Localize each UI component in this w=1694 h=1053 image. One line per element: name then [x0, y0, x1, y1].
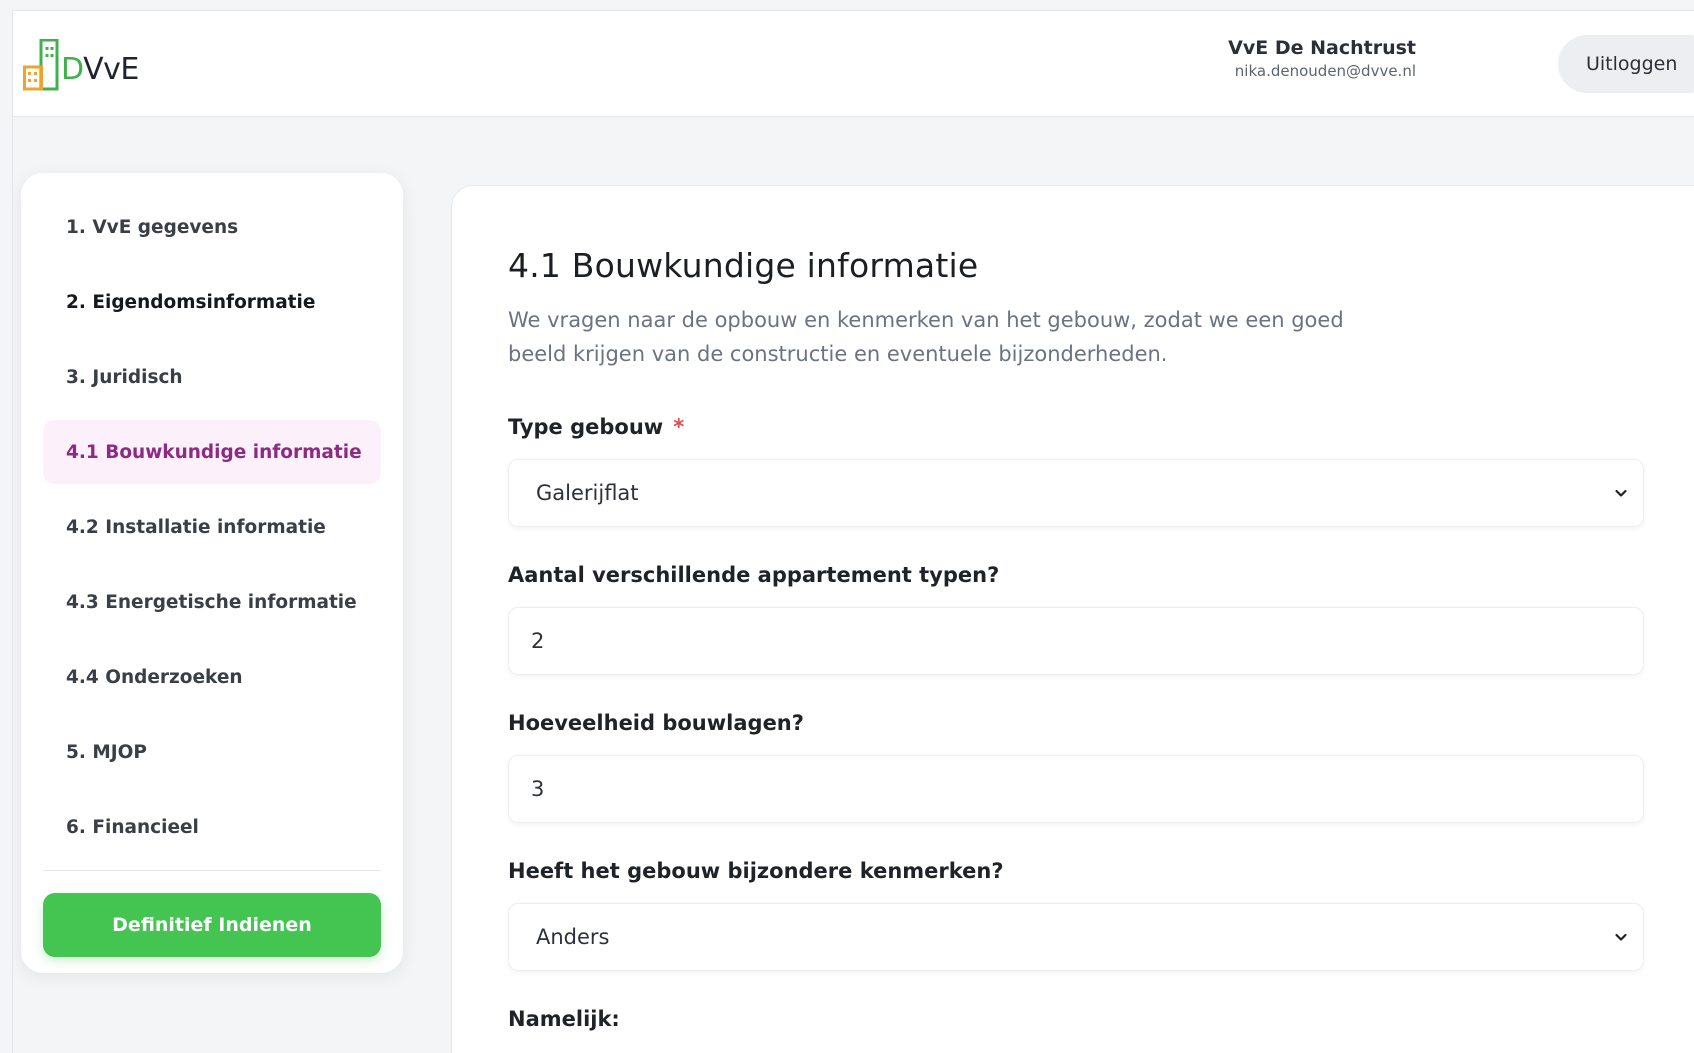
type-gebouw-select[interactable]: Galerijflat	[508, 459, 1644, 527]
app-window: DVvE VvE De Nachtrust nika.denouden@dvve…	[12, 10, 1694, 1053]
building-logo-icon	[23, 39, 59, 91]
nav-item-eigendomsinformatie[interactable]: 2. Eigendomsinformatie	[43, 270, 381, 334]
sidebar-divider	[43, 870, 381, 871]
field-label: Aantal verschillende appartement typen?	[508, 563, 1000, 587]
nav-item-installatie-informatie[interactable]: 4.2 Installatie informatie	[43, 495, 381, 559]
field-label: Namelijk:	[508, 1007, 620, 1031]
nav-item-vve-gegevens[interactable]: 1. VvE gegevens	[43, 195, 381, 259]
logo-text: DVvE	[61, 52, 139, 87]
nav-item-mjop[interactable]: 5. MJOP	[43, 720, 381, 784]
nav-item-onderzoeken[interactable]: 4.4 Onderzoeken	[43, 645, 381, 709]
nav-item-juridisch[interactable]: 3. Juridisch	[43, 345, 381, 409]
logout-button[interactable]: Uitloggen	[1558, 35, 1694, 93]
field-namelijk: Namelijk:	[508, 1007, 1694, 1031]
field-label: Type gebouw *	[508, 415, 685, 439]
user-name: VvE De Nachtrust	[1228, 37, 1416, 59]
select-value: Galerijflat	[536, 481, 639, 505]
field-label: Heeft het gebouw bijzondere kenmerken?	[508, 859, 1004, 883]
step-navigation: 1. VvE gegevens 2. Eigendomsinformatie 3…	[21, 173, 403, 973]
bouwlagen-input[interactable]: 3	[508, 755, 1644, 823]
field-bouwlagen: Hoeveelheid bouwlagen? 3	[508, 711, 1694, 823]
required-marker: *	[673, 415, 685, 439]
kenmerken-select[interactable]: Anders	[508, 903, 1644, 971]
appartement-typen-input[interactable]: 2	[508, 607, 1644, 675]
page-subtitle: We vragen naar de opbouw en kenmerken va…	[508, 308, 1344, 366]
field-appartement-typen: Aantal verschillende appartement typen? …	[508, 563, 1694, 675]
chevron-down-icon	[1615, 933, 1627, 941]
field-type-gebouw: Type gebouw * Galerijflat	[508, 415, 1694, 527]
select-value: Anders	[536, 925, 610, 949]
input-value: 2	[531, 629, 545, 653]
submit-final-button[interactable]: Definitief Indienen	[43, 893, 381, 957]
logo[interactable]: DVvE	[23, 31, 139, 91]
form-panel: 4.1 Bouwkundige informatie We vragen naa…	[451, 185, 1694, 1053]
field-bijzondere-kenmerken: Heeft het gebouw bijzondere kenmerken? A…	[508, 859, 1694, 971]
field-label: Hoeveelheid bouwlagen?	[508, 711, 804, 735]
nav-item-financieel[interactable]: 6. Financieel	[43, 795, 381, 859]
nav-item-bouwkundige-informatie[interactable]: 4.1 Bouwkundige informatie	[43, 420, 381, 484]
user-info: VvE De Nachtrust nika.denouden@dvve.nl	[1228, 37, 1416, 80]
chevron-down-icon	[1615, 489, 1627, 497]
nav-item-energetische-informatie[interactable]: 4.3 Energetische informatie	[43, 570, 381, 634]
user-email: nika.denouden@dvve.nl	[1234, 62, 1416, 80]
page-title: 4.1 Bouwkundige informatie	[508, 246, 979, 285]
top-bar: DVvE VvE De Nachtrust nika.denouden@dvve…	[13, 11, 1694, 117]
input-value: 3	[531, 777, 545, 801]
